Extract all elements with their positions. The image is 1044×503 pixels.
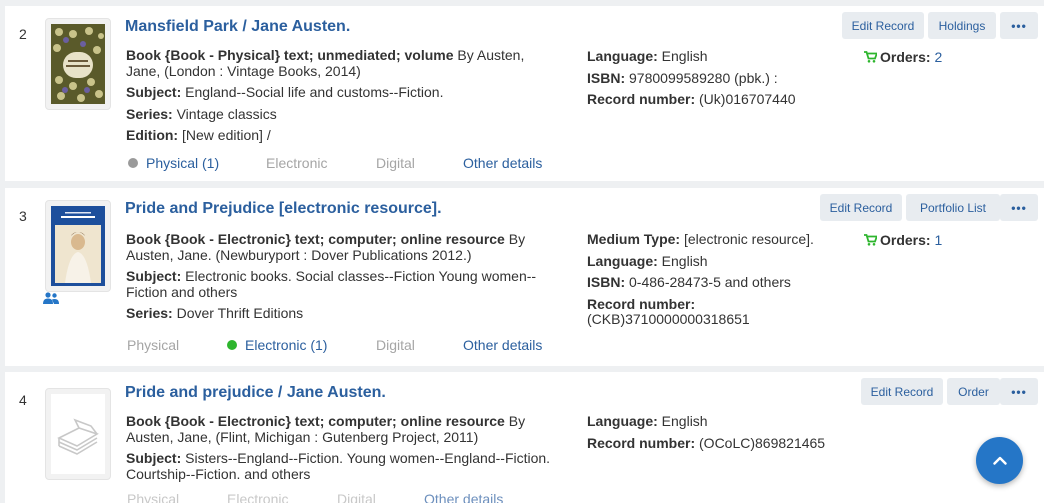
edit-record-button[interactable]: Edit Record [820,194,902,221]
record-number-label: Record number: [587,295,696,312]
record-card-3: 3 Pride and Prejudice [electronic resour… [5,188,1044,366]
more-actions-button[interactable]: ••• [1000,378,1038,405]
order-button[interactable]: Order [947,378,1000,405]
medium-type-label: Medium Type: [587,231,681,247]
record-meta: Language: English Record number: (OCoLC)… [587,413,847,457]
chevron-up-icon [992,456,1007,465]
orders-link[interactable]: Orders: 2 [864,49,942,65]
holdings-button[interactable]: Holdings [928,12,996,39]
cover-image [51,206,105,286]
record-title[interactable]: Pride and prejudice / Jane Austen. [125,384,386,402]
cart-icon [864,234,877,246]
cover-image [51,24,105,104]
status-dot [227,340,237,350]
tab-electronic[interactable]: Electronic [266,155,327,171]
tab-digital[interactable]: Digital [337,491,376,503]
isbn-label: ISBN: [587,274,626,290]
record-number-label: Record number: [587,91,696,107]
language-value: English [657,413,708,429]
tab-electronic[interactable]: Electronic [227,491,288,503]
record-meta: Medium Type: [electronic resource]. Lang… [587,231,847,334]
subject-value: Electronic books. Social classes--Fictio… [126,268,537,300]
record-details: Book {Book - Electronic} text; computer;… [126,231,556,328]
medium-type-value: [electronic resource]. [680,231,814,247]
isbn-value: 0-486-28473-5 and others [625,274,791,290]
record-title[interactable]: Mansfield Park / Jane Austen. [125,18,350,36]
book-cover[interactable] [45,18,111,110]
orders-label: Orders: [880,49,931,65]
tab-electronic-label: Electronic (1) [245,337,328,353]
record-details: Book {Book - Electronic} text; computer;… [126,413,556,488]
record-number-value: (Uk)016707440 [695,91,796,107]
language-label: Language: [587,413,658,429]
isbn-value: 9780099589280 (pbk.) : [625,69,778,86]
tab-physical[interactable]: Physical (1) [128,155,219,171]
series-label: Series: [126,305,173,321]
book-placeholder-icon [51,394,105,474]
tab-other-details[interactable]: Other details [463,155,542,171]
portfolio-list-button[interactable]: Portfolio List [906,194,1000,221]
book-cover[interactable] [45,388,111,480]
record-title[interactable]: Pride and Prejudice [electronic resource… [125,200,442,218]
record-meta: Language: English ISBN: 9780099589280 (p… [587,48,847,114]
book-cover[interactable] [45,200,111,292]
people-icon[interactable] [43,292,59,304]
record-card-2: 2 Mansfield Park / Jane Austen. Book {Bo… [5,6,1044,181]
language-label: Language: [587,48,658,64]
format-label: Book {Book - Physical} text; unmediated;… [126,47,454,63]
tab-physical[interactable]: Physical [127,491,179,503]
tab-other-details[interactable]: Other details [424,491,503,503]
language-value: English [657,48,708,64]
subject-label: Subject: [126,268,182,284]
status-dot [128,158,138,168]
tab-other-details[interactable]: Other details [463,337,542,353]
series-value: Vintage classics [172,105,277,122]
record-number-value: (CKB)3710000000318651 [587,311,750,327]
record-index: 3 [19,208,27,224]
tab-electronic[interactable]: Electronic (1) [227,337,327,353]
tab-digital[interactable]: Digital [376,337,415,353]
edition-label: Edition: [126,127,179,143]
orders-count[interactable]: 2 [934,49,942,65]
format-label: Book {Book - Electronic} text; computer;… [126,413,505,429]
cart-icon [864,51,877,63]
subject-label: Subject: [126,450,182,466]
tab-digital[interactable]: Digital [376,155,415,171]
tab-physical[interactable]: Physical [127,337,179,353]
scroll-to-top-button[interactable] [976,437,1023,484]
record-card-4: 4 Pride and prejudice / Jane Austen. Boo… [5,372,1044,503]
format-label: Book {Book - Electronic} text; computer;… [126,231,505,247]
orders-label: Orders: [880,232,931,248]
language-value: English [657,252,708,269]
more-actions-button[interactable]: ••• [1000,194,1038,221]
language-label: Language: [587,252,658,269]
record-index: 4 [19,392,27,408]
subject-label: Subject: [126,84,182,100]
record-index: 2 [19,26,27,42]
subject-value: Sisters--England--Fiction. Young women--… [126,450,551,482]
record-number-label: Record number: [587,434,696,451]
tab-physical-label: Physical (1) [146,155,220,171]
edition-value: [New edition] / [178,127,271,143]
edit-record-button[interactable]: Edit Record [842,12,924,39]
more-actions-button[interactable]: ••• [1000,12,1038,39]
series-label: Series: [126,105,173,122]
subject-value: England--Social life and customs--Fictio… [181,84,444,100]
edit-record-button[interactable]: Edit Record [861,378,943,405]
orders-count[interactable]: 1 [934,232,942,248]
record-number-value: (OCoLC)869821465 [695,434,826,451]
record-details: Book {Book - Physical} text; unmediated;… [126,47,556,150]
orders-link[interactable]: Orders: 1 [864,232,942,248]
series-value: Dover Thrift Editions [172,305,304,321]
isbn-label: ISBN: [587,69,626,86]
